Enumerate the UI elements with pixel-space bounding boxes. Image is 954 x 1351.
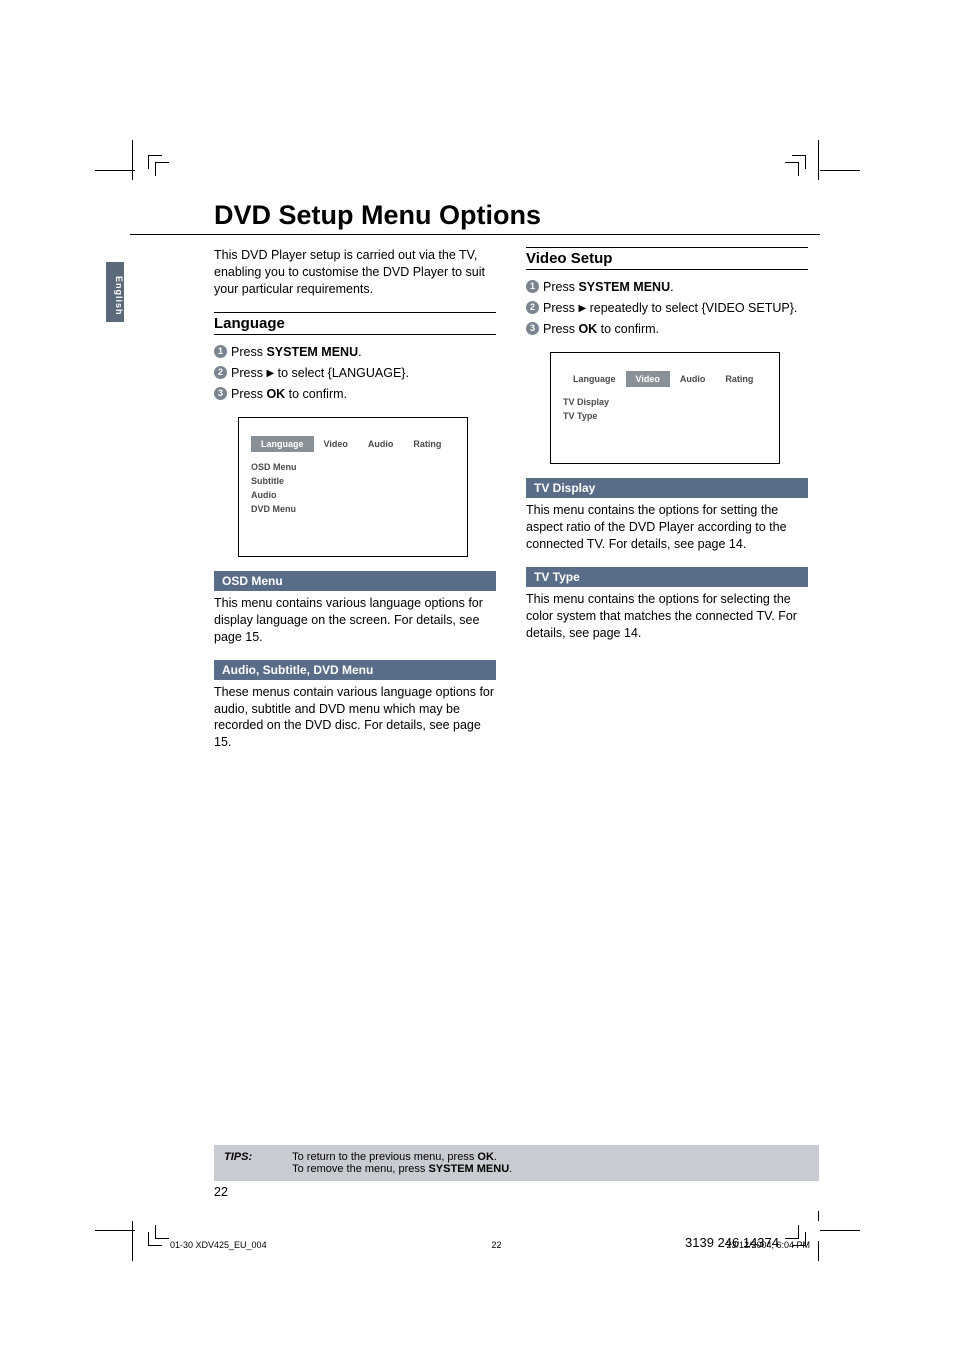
menu-item: DVD Menu: [251, 502, 455, 516]
menu-tab: Audio: [670, 371, 716, 387]
language-menu-screenshot: Language Video Audio Rating OSD Menu Sub…: [238, 417, 468, 557]
menu-tab: Rating: [715, 371, 763, 387]
video-step-1: 1 Press SYSTEM MENU.: [526, 278, 808, 296]
step-number-icon: 1: [214, 345, 227, 358]
tips-label: TIPS:: [224, 1151, 252, 1175]
video-step-3: 3 Press OK to confirm.: [526, 320, 808, 338]
tv-display-heading: TV Display: [526, 478, 808, 498]
right-column: Video Setup 1 Press SYSTEM MENU. 2 Press…: [526, 247, 808, 751]
lang-step-1: 1 Press SYSTEM MENU.: [214, 343, 496, 361]
step-number-icon: 2: [526, 301, 539, 314]
step-number-icon: 3: [214, 387, 227, 400]
video-setup-heading: Video Setup: [526, 247, 808, 270]
left-column: This DVD Player setup is carried out via…: [214, 247, 496, 751]
footer-page: 22: [492, 1240, 502, 1250]
tv-display-body: This menu contains the options for setti…: [526, 502, 808, 553]
osd-menu-body: This menu contains various language opti…: [214, 595, 496, 646]
page-number: 22: [214, 1185, 228, 1199]
language-tab: English: [106, 262, 124, 322]
menu-tab: Audio: [358, 436, 404, 452]
menu-tab: Video: [626, 371, 670, 387]
lang-step-2: 2 Press ▶ to select {LANGUAGE}.: [214, 364, 496, 382]
video-step-2: 2 Press ▶ repeatedly to select {VIDEO SE…: [526, 299, 808, 317]
intro-text: This DVD Player setup is carried out via…: [214, 247, 496, 298]
video-menu-screenshot: Language Video Audio Rating TV Display T…: [550, 352, 780, 464]
menu-tab: Language: [251, 436, 314, 452]
menu-item: Subtitle: [251, 474, 455, 488]
audio-subtitle-dvd-body: These menus contain various language opt…: [214, 684, 496, 752]
tv-type-body: This menu contains the options for selec…: [526, 591, 808, 642]
menu-item: TV Type: [563, 409, 767, 423]
menu-item: Audio: [251, 488, 455, 502]
menu-tab: Video: [314, 436, 358, 452]
menu-item: TV Display: [563, 395, 767, 409]
step-number-icon: 3: [526, 322, 539, 335]
language-heading: Language: [214, 312, 496, 335]
tv-type-heading: TV Type: [526, 567, 808, 587]
osd-menu-heading: OSD Menu: [214, 571, 496, 591]
right-arrow-icon: ▶: [266, 368, 274, 379]
audio-subtitle-dvd-heading: Audio, Subtitle, DVD Menu: [214, 660, 496, 680]
menu-item: OSD Menu: [251, 460, 455, 474]
footer-sbn: 3139 246 14374: [685, 1235, 779, 1250]
footer-file: 01-30 XDV425_EU_004: [170, 1240, 267, 1250]
right-arrow-icon: ▶: [578, 303, 586, 314]
menu-tab: Language: [563, 371, 626, 387]
lang-step-3: 3 Press OK to confirm.: [214, 385, 496, 403]
page-title: DVD Setup Menu Options: [130, 200, 820, 235]
step-number-icon: 2: [214, 366, 227, 379]
menu-tab: Rating: [403, 436, 451, 452]
page-content: English DVD Setup Menu Options This DVD …: [130, 200, 820, 751]
step-number-icon: 1: [526, 280, 539, 293]
tips-bar: TIPS: To return to the previous menu, pr…: [214, 1145, 819, 1181]
